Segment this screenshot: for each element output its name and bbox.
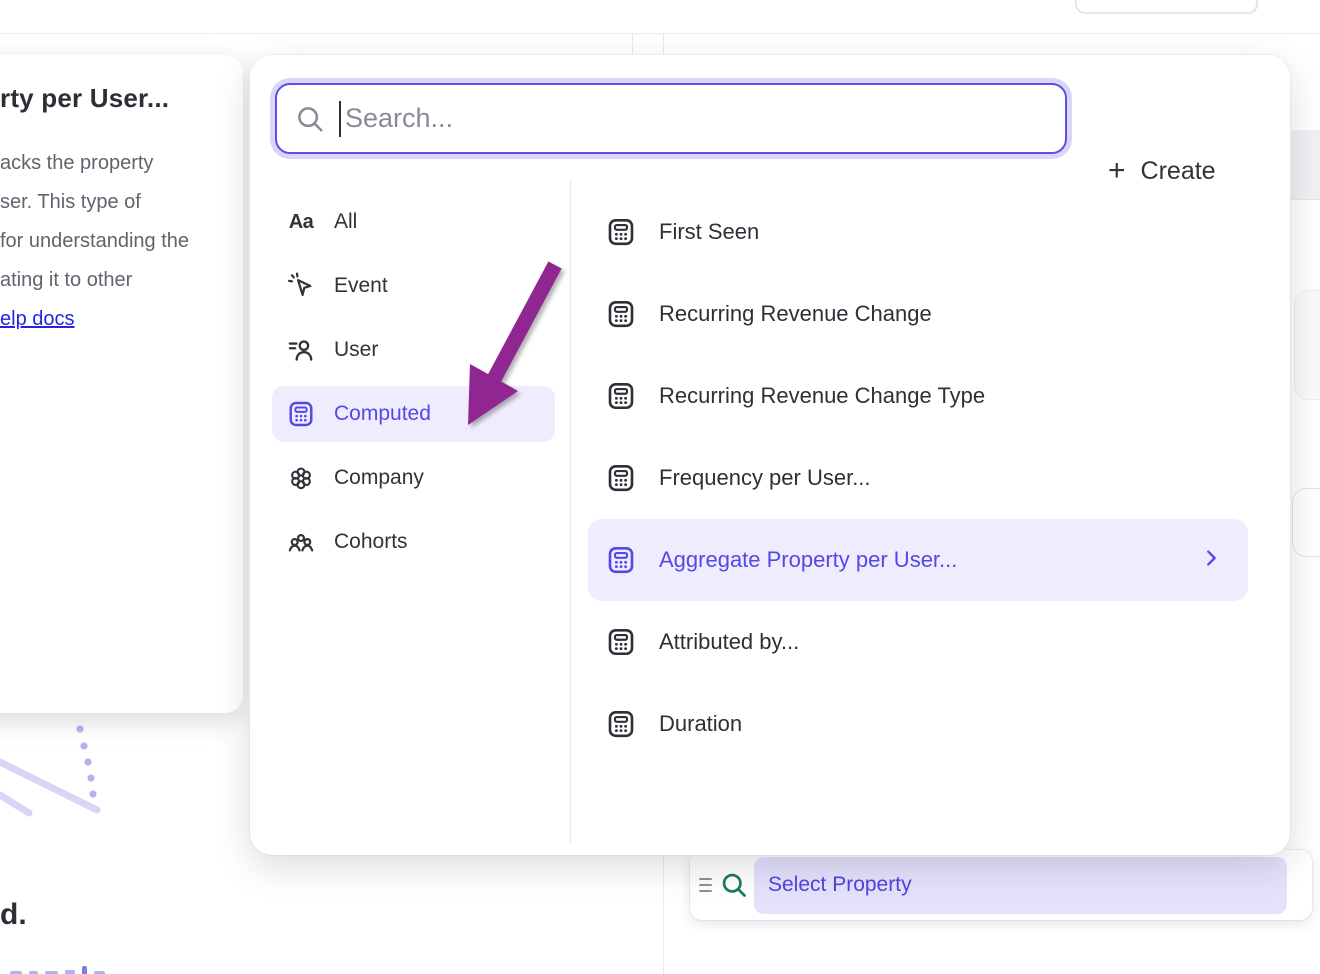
- property-description-tooltip: rty per User... acks the property ser. T…: [0, 55, 243, 713]
- calculator-icon: [605, 380, 637, 412]
- category-list-divider: [570, 180, 571, 843]
- partial-background-button[interactable]: [1075, 0, 1258, 14]
- property-search-icon[interactable]: [720, 871, 748, 899]
- tooltip-title: rty per User...: [0, 83, 219, 114]
- background-card-edge: [1292, 488, 1320, 557]
- clipped-link-decoration: [10, 965, 240, 974]
- calculator-icon: [605, 544, 637, 576]
- event-cursor-icon: [286, 271, 316, 301]
- text-aa-icon: Aa: [286, 207, 316, 237]
- calculator-icon: [605, 216, 637, 248]
- plus-icon: +: [1108, 156, 1126, 186]
- screen: d. Select Property rty per User... acks …: [0, 0, 1320, 974]
- property-row-frequency-per-user[interactable]: Frequency per User...: [588, 437, 1248, 519]
- text-caret: [339, 101, 341, 137]
- calculator-icon: [605, 708, 637, 740]
- tooltip-body: acks the property ser. This type of for …: [0, 144, 219, 300]
- create-button[interactable]: + Create: [1108, 151, 1216, 191]
- background-panel-fragment: [1290, 130, 1320, 200]
- property-picker-modal: + Create Aa All: [250, 55, 1290, 855]
- select-property-label: Select Property: [768, 873, 912, 897]
- cohorts-icon: [286, 527, 316, 557]
- property-row-recurring-revenue-change-type[interactable]: Recurring Revenue Change Type: [588, 355, 1248, 437]
- select-property-button[interactable]: Select Property: [754, 857, 1287, 914]
- drag-handle-icon[interactable]: [696, 850, 714, 920]
- select-property-row: Select Property: [690, 850, 1312, 920]
- category-item-cohorts[interactable]: Cohorts: [272, 514, 555, 570]
- search-input[interactable]: [345, 103, 1065, 134]
- property-row-recurring-revenue-change[interactable]: Recurring Revenue Change: [588, 273, 1248, 355]
- category-item-company[interactable]: Company: [272, 450, 555, 506]
- background-horizontal-divider: [0, 33, 1320, 34]
- property-row-attributed-by[interactable]: Attributed by...: [588, 601, 1248, 683]
- empty-chart-illustration: [0, 700, 140, 830]
- help-docs-link[interactable]: elp docs: [0, 308, 75, 331]
- property-row-first-seen[interactable]: First Seen: [588, 191, 1248, 273]
- background-vertical-divider-short: [632, 33, 633, 55]
- property-list: First Seen Recurring Revenue Change: [588, 191, 1248, 765]
- calculator-icon: [605, 298, 637, 330]
- search-field[interactable]: [275, 83, 1067, 154]
- category-item-computed[interactable]: Computed: [272, 386, 555, 442]
- chevron-right-icon: [1200, 547, 1222, 574]
- category-item-all[interactable]: Aa All: [272, 194, 555, 250]
- property-row-aggregate-property-per-user[interactable]: Aggregate Property per User...: [588, 519, 1248, 601]
- category-item-user[interactable]: User: [272, 322, 555, 378]
- search-focus-ring: [270, 78, 1072, 159]
- calculator-icon: [286, 399, 316, 429]
- calculator-icon: [605, 462, 637, 494]
- category-list: Aa All Event: [272, 194, 555, 570]
- property-row-duration[interactable]: Duration: [588, 683, 1248, 765]
- user-icon: [286, 335, 316, 365]
- search-icon: [295, 104, 325, 134]
- company-cluster-icon: [286, 463, 316, 493]
- background-sentence-fragment: d.: [0, 898, 27, 932]
- background-card-edge: [1294, 290, 1320, 400]
- category-item-event[interactable]: Event: [272, 258, 555, 314]
- calculator-icon: [605, 626, 637, 658]
